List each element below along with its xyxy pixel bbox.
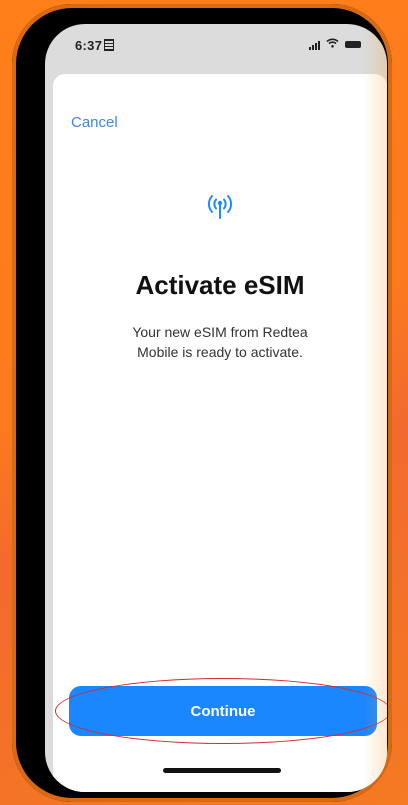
status-time-container: 6:37 xyxy=(75,38,115,53)
cancel-button[interactable]: Cancel xyxy=(71,114,118,131)
home-indicator[interactable] xyxy=(163,768,281,773)
activate-esim-sheet: Cancel Activate eSIM Your new eSIM from … xyxy=(53,74,387,792)
subtitle-line-2: Mobile is ready to activate. xyxy=(137,344,303,360)
phone-screen: 6:37 Cancel Activate eSIM Your new eSIM … xyxy=(45,24,387,792)
wifi-icon xyxy=(326,38,339,51)
page-subtitle: Your new eSIM from Redtea Mobile is read… xyxy=(93,322,347,362)
continue-button[interactable]: Continue xyxy=(69,686,377,736)
status-icons xyxy=(309,38,361,51)
cellular-signal-icon xyxy=(309,40,320,50)
screen-glare xyxy=(363,24,387,792)
status-time: 6:37 xyxy=(75,38,103,53)
status-bar: 6:37 xyxy=(45,24,387,68)
subtitle-line-1: Your new eSIM from Redtea xyxy=(132,324,308,340)
battery-icon xyxy=(345,41,361,48)
antenna-icon xyxy=(53,192,387,225)
phone-frame: 6:37 Cancel Activate eSIM Your new eSIM … xyxy=(12,4,392,802)
sim-card-icon xyxy=(104,39,115,51)
page-title: Activate eSIM xyxy=(135,270,305,300)
